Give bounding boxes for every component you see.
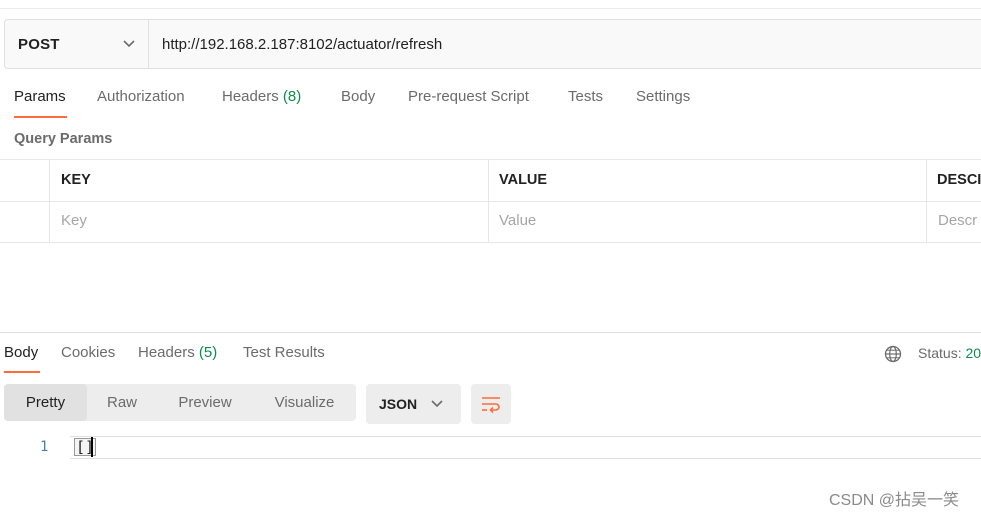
headers-count: (8)	[282, 88, 302, 105]
response-active-tab-indicator	[4, 371, 40, 373]
response-divider[interactable]	[0, 332, 981, 333]
response-tab-headers[interactable]: Headers (5)	[138, 344, 217, 361]
response-tab-headers-label: Headers	[138, 344, 195, 361]
view-preview[interactable]: Preview	[157, 384, 253, 421]
table-col-border	[488, 159, 489, 243]
line-number: 1	[40, 439, 49, 455]
watermark: CSDN @拈吴一笑	[829, 492, 960, 509]
view-raw[interactable]: Raw	[87, 384, 157, 421]
table-bottom-border	[0, 242, 981, 243]
response-tab-cookies[interactable]: Cookies	[61, 344, 115, 361]
tab-body[interactable]: Body	[341, 88, 375, 105]
status-value: 20	[965, 345, 981, 361]
chevron-down-icon	[431, 400, 443, 408]
globe-icon[interactable]	[884, 345, 902, 363]
wrap-lines-icon	[482, 397, 500, 414]
table-row-border	[0, 201, 981, 202]
tab-settings[interactable]: Settings	[636, 88, 690, 105]
tab-authorization[interactable]: Authorization	[97, 88, 185, 105]
column-header-description: DESCI	[937, 172, 981, 188]
format-select[interactable]: JSON	[366, 384, 461, 424]
status-label: Status:	[918, 345, 962, 361]
chevron-down-icon	[123, 40, 135, 48]
active-tab-indicator	[14, 116, 67, 118]
response-status: Status: 20	[918, 345, 981, 361]
tab-params[interactable]: Params	[14, 88, 66, 105]
response-tab-body[interactable]: Body	[4, 344, 38, 361]
query-params-title: Query Params	[14, 131, 113, 147]
table-col-border	[926, 159, 927, 243]
view-mode-selector: Pretty Raw Preview Visualize	[4, 384, 356, 421]
tab-headers[interactable]: Headers (8)	[222, 88, 301, 105]
top-divider	[0, 8, 981, 9]
editor-bottom-border	[70, 458, 981, 459]
format-label: JSON	[379, 396, 418, 412]
table-top-border	[0, 159, 981, 160]
description-input[interactable]: Descr	[938, 212, 977, 229]
view-visualize[interactable]: Visualize	[253, 384, 356, 421]
response-body-editor[interactable]: 1 []	[0, 436, 981, 459]
query-params-table: KEY VALUE DESCI Key Value Descr	[0, 159, 981, 243]
column-header-key: KEY	[61, 172, 91, 188]
key-input[interactable]: Key	[61, 212, 87, 229]
response-headers-count: (5)	[198, 344, 218, 361]
text-caret	[91, 437, 93, 457]
table-col-border	[49, 159, 50, 243]
method-label: POST	[18, 35, 60, 53]
method-select[interactable]: POST	[5, 20, 149, 68]
tab-headers-label: Headers	[222, 88, 279, 105]
view-pretty[interactable]: Pretty	[4, 384, 87, 421]
tab-tests[interactable]: Tests	[568, 88, 603, 105]
response-tab-test-results[interactable]: Test Results	[243, 344, 325, 361]
editor-top-border	[70, 436, 981, 437]
column-header-value: VALUE	[499, 172, 548, 188]
wrap-lines-button[interactable]	[471, 384, 511, 424]
value-input[interactable]: Value	[499, 212, 536, 229]
request-url-bar: POST http://192.168.2.187:8102/actuator/…	[4, 19, 981, 69]
tab-pre-request-script[interactable]: Pre-request Script	[408, 88, 529, 105]
url-input[interactable]: http://192.168.2.187:8102/actuator/refre…	[149, 20, 442, 68]
